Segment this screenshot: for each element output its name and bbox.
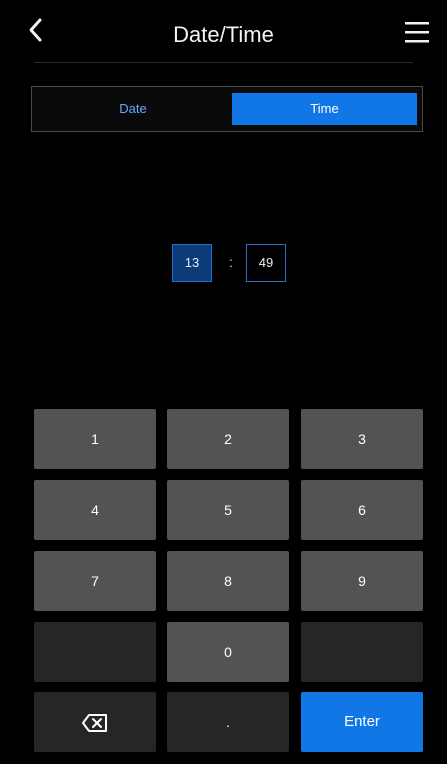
key-5[interactable]: 5 <box>167 480 289 540</box>
key-4[interactable]: 4 <box>34 480 156 540</box>
key-6[interactable]: 6 <box>301 480 423 540</box>
page-title: Date/Time <box>173 22 274 47</box>
key-2[interactable]: 2 <box>167 409 289 469</box>
header: Date/Time <box>0 0 447 72</box>
key-blank-right <box>301 622 423 682</box>
tab-time[interactable]: Time <box>232 93 417 125</box>
key-9[interactable]: 9 <box>301 551 423 611</box>
backspace-icon <box>82 714 107 733</box>
header-divider <box>34 62 413 63</box>
time-separator: : <box>229 254 233 270</box>
tab-date[interactable]: Date <box>38 93 228 125</box>
key-dot[interactable]: . <box>167 692 289 752</box>
date-time-segmented-control: Date Time <box>31 86 423 132</box>
key-blank-left <box>34 622 156 682</box>
key-3[interactable]: 3 <box>301 409 423 469</box>
key-0[interactable]: 0 <box>167 622 289 682</box>
backspace-key[interactable] <box>34 692 156 752</box>
hamburger-menu-icon <box>405 22 429 43</box>
key-8[interactable]: 8 <box>167 551 289 611</box>
minute-field[interactable]: 49 <box>246 244 286 282</box>
menu-button[interactable] <box>403 18 433 48</box>
hour-field[interactable]: 13 <box>172 244 212 282</box>
enter-button[interactable]: Enter <box>301 692 423 752</box>
key-7[interactable]: 7 <box>34 551 156 611</box>
key-1[interactable]: 1 <box>34 409 156 469</box>
